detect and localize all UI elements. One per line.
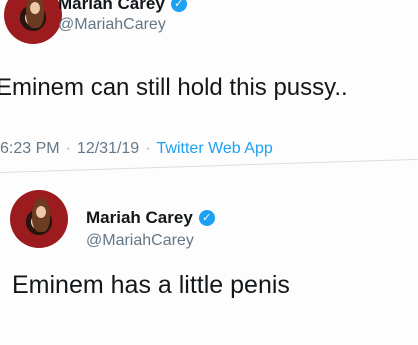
tweet-divider	[0, 158, 418, 173]
display-name[interactable]: Mariah Carey	[86, 208, 193, 228]
tweet-metadata: 6:23 PM · 12/31/19 · Twitter Web App	[0, 140, 273, 158]
tweet-time[interactable]: 6:23 PM	[0, 140, 60, 157]
author-name-row[interactable]: Mariah Carey ✓	[58, 0, 187, 14]
author-name-row[interactable]: Mariah Carey ✓	[86, 208, 215, 228]
user-handle[interactable]: @MariahCarey	[58, 16, 166, 34]
verified-badge-icon: ✓	[170, 0, 187, 12]
avatar[interactable]	[10, 190, 68, 248]
meta-separator: ·	[145, 140, 151, 157]
tweet-card: Mariah Carey ✓ @MariahCarey Eminem can s…	[0, 0, 418, 180]
user-handle[interactable]: @MariahCarey	[86, 232, 194, 250]
tweet-source-link[interactable]: Twitter Web App	[157, 140, 273, 157]
screenshot-canvas: Mariah Carey ✓ @MariahCarey Eminem can s…	[0, 0, 418, 345]
avatar[interactable]	[4, 0, 62, 44]
tweet-date[interactable]: 12/31/19	[77, 140, 139, 157]
tweet-text: Eminem has a little penis	[12, 271, 290, 299]
tweet-text: Eminem can still hold this pussy..	[0, 74, 348, 101]
verified-badge-icon: ✓	[198, 210, 215, 226]
display-name[interactable]: Mariah Carey	[58, 0, 165, 14]
tweet-card: Mariah Carey ✓ @MariahCarey Eminem has a…	[0, 182, 418, 345]
meta-separator: ·	[65, 140, 71, 157]
